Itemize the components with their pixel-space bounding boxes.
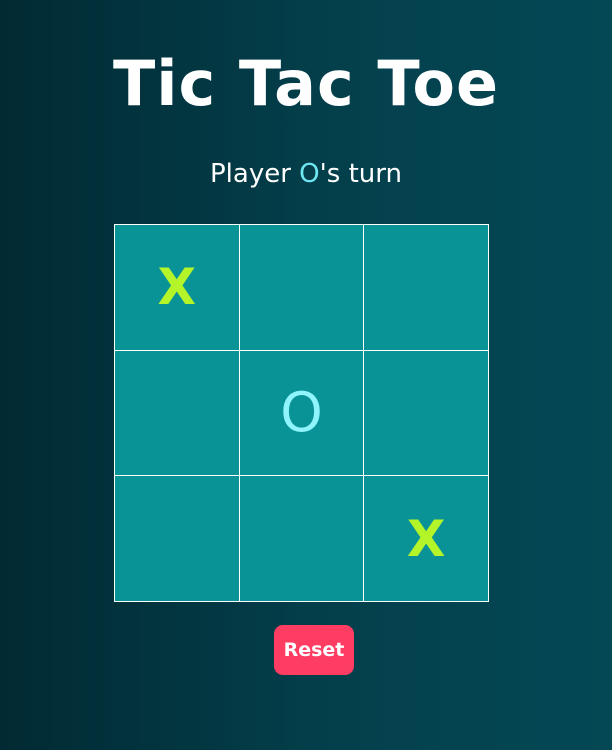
turn-status-suffix: 's turn bbox=[319, 159, 402, 189]
board-cell-6[interactable] bbox=[364, 350, 488, 476]
current-player: O bbox=[299, 159, 320, 189]
board-cell-2[interactable] bbox=[239, 225, 364, 350]
game-title: Tic Tac Toe bbox=[112, 47, 500, 120]
board-cell-8[interactable] bbox=[239, 476, 364, 601]
turn-status: Player O's turn bbox=[0, 156, 612, 192]
reset-button[interactable]: Reset bbox=[274, 625, 354, 675]
board-cell-3[interactable] bbox=[364, 225, 488, 350]
board-cell-9[interactable]: X bbox=[364, 476, 488, 601]
board-cell-5[interactable]: O bbox=[239, 350, 364, 476]
board-cell-4[interactable] bbox=[115, 350, 239, 476]
game-board: X O X bbox=[114, 224, 489, 602]
turn-status-prefix: Player bbox=[210, 159, 300, 189]
board-cell-7[interactable] bbox=[115, 476, 239, 601]
board-cell-1[interactable]: X bbox=[115, 225, 239, 350]
